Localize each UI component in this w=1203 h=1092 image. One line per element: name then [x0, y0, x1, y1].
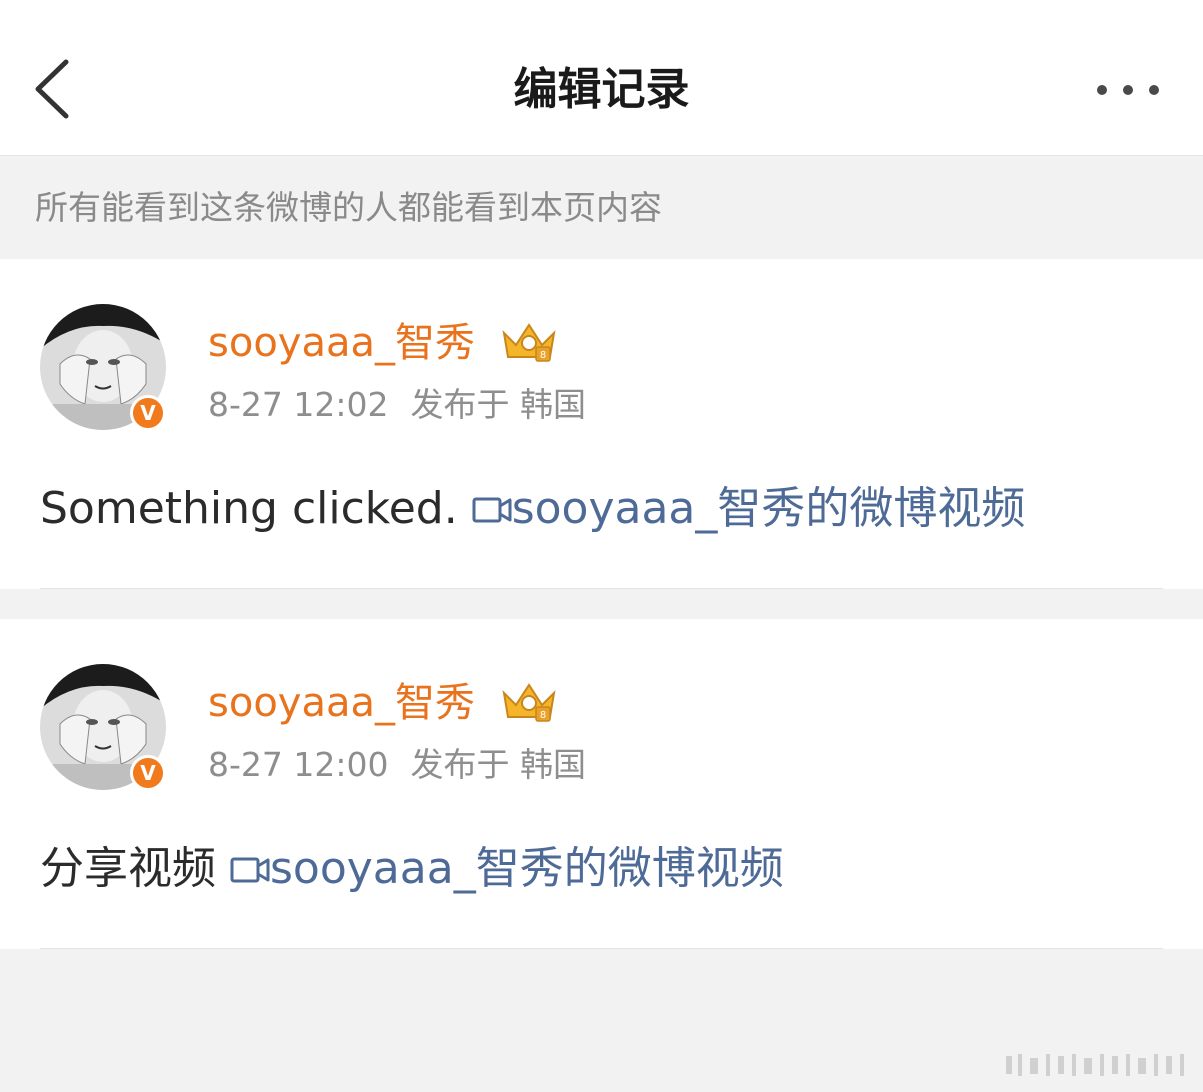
edit-record-card: V sooyaaa_智秀 8 8-27 12:02 发布于 韩国 Somethin… [0, 259, 1203, 589]
post-location: 发布于 韩国 [410, 745, 587, 784]
svg-text:8: 8 [540, 350, 546, 361]
verified-badge-icon: V [130, 755, 166, 791]
video-link[interactable]: sooyaaa_智秀的微博视频 [512, 483, 1026, 534]
post-location: 发布于 韩国 [410, 385, 587, 424]
video-camera-icon[interactable] [472, 493, 512, 525]
nav-bar: 编辑记录 [0, 0, 1203, 156]
post-text: 分享视频 [40, 843, 216, 894]
video-camera-icon[interactable] [230, 853, 270, 885]
verified-badge-icon: V [130, 395, 166, 431]
post-meta: 8-27 12:00 发布于 韩国 [208, 743, 586, 787]
page-title: 编辑记录 [513, 64, 690, 115]
post-content: 分享视频 sooyaaa_智秀的微博视频 [40, 841, 784, 897]
crown-member-icon: 8 [502, 683, 556, 722]
post-meta: 8-27 12:02 发布于 韩国 [208, 383, 586, 427]
video-link[interactable]: sooyaaa_智秀的微博视频 [270, 843, 784, 894]
crown-member-icon: 8 [502, 323, 556, 362]
visibility-notice-text: 所有能看到这条微博的人都能看到本页内容 [35, 188, 662, 227]
divider [40, 588, 1163, 589]
username[interactable]: sooyaaa_智秀 [208, 677, 475, 729]
post-text: Something clicked. [40, 483, 458, 534]
divider [40, 948, 1163, 949]
username[interactable]: sooyaaa_智秀 [208, 317, 475, 369]
more-dots-icon[interactable] [1092, 78, 1164, 102]
edit-record-card: V sooyaaa_智秀 8 8-27 12:00 发布于 韩国 分享视频 soo… [0, 619, 1203, 949]
post-time: 8-27 12:02 [208, 385, 389, 424]
svg-text:8: 8 [540, 710, 546, 721]
post-content: Something clicked. sooyaaa_智秀的微博视频 [40, 481, 1025, 537]
watermark-icon [1006, 1054, 1184, 1076]
post-time: 8-27 12:00 [208, 745, 389, 784]
